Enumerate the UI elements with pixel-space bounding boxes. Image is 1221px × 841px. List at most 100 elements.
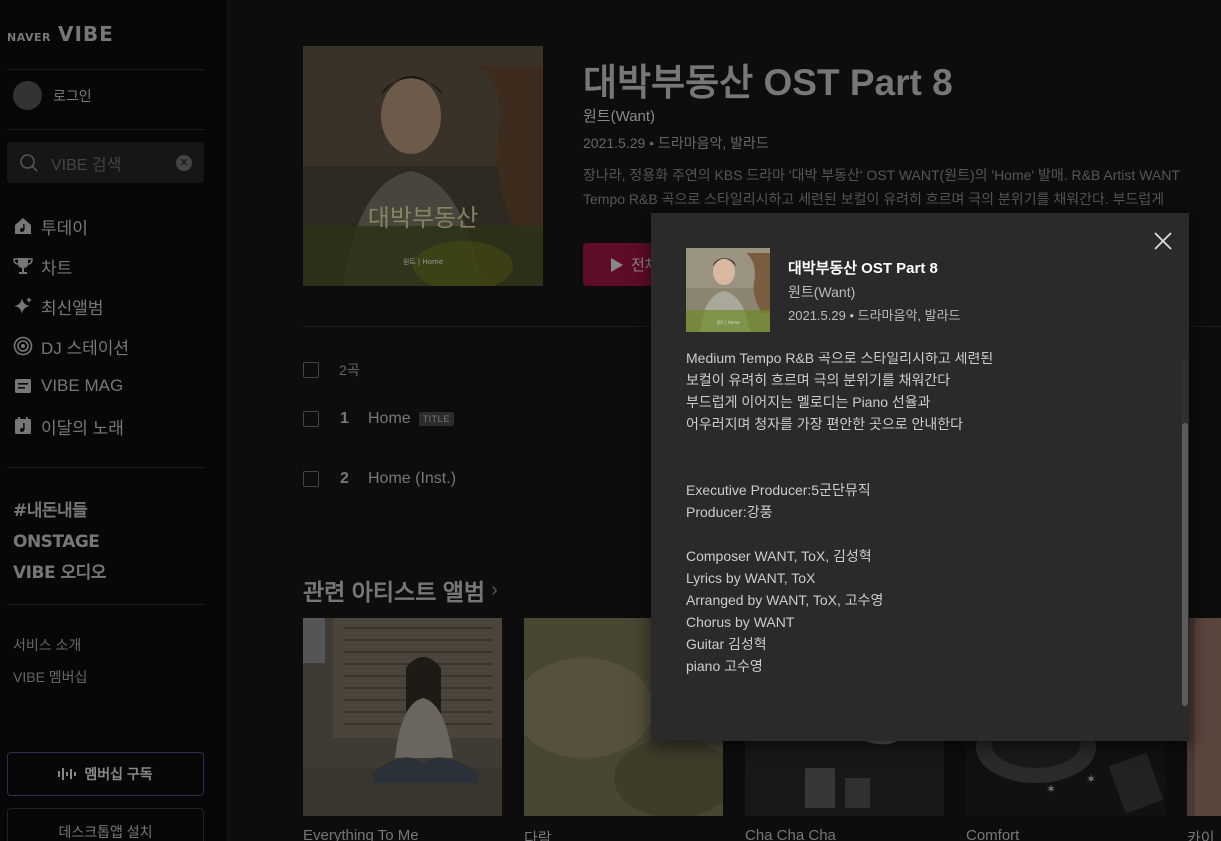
related-album-name[interactable]: Comfort bbox=[966, 827, 1019, 841]
description-line: Producer:강풍 bbox=[686, 504, 773, 520]
divider bbox=[7, 604, 204, 605]
album-art bbox=[1187, 618, 1221, 816]
equalizer-icon bbox=[58, 768, 77, 780]
footer-links: 서비스 소개 VIBE 멤버십 bbox=[13, 632, 87, 696]
nav-item-chart[interactable]: 차트 bbox=[13, 246, 129, 286]
modal-album-thumb: 원트 | Home bbox=[686, 248, 770, 332]
description-line: Tempo R&B 곡으로 스타일리시하고 세련된 보컬이 유려히 흐르며 극의… bbox=[583, 191, 1165, 207]
nav-item-vibe-mag[interactable]: VIBE MAG bbox=[13, 366, 129, 406]
nav-item-monthly-song[interactable]: 이달의 노래 bbox=[13, 406, 129, 446]
track-header: 2곡 bbox=[303, 360, 360, 380]
close-icon[interactable] bbox=[1152, 230, 1174, 252]
modal-description[interactable]: Medium Tempo R&B 곡으로 스타일리시하고 세련된 보컬이 유려히… bbox=[686, 352, 1156, 701]
home-music-icon bbox=[15, 218, 31, 234]
special-link-onstage[interactable]: ONSTAGE bbox=[13, 527, 106, 558]
svg-text:원트 | Home: 원트 | Home bbox=[403, 257, 443, 266]
divider bbox=[7, 129, 204, 130]
track-name[interactable]: Home (Inst.) bbox=[368, 470, 456, 488]
album-title: 대박부동산 OST Part 8 bbox=[583, 62, 953, 103]
track-number: 1 bbox=[340, 410, 349, 427]
nav-label: 투데이 bbox=[41, 218, 88, 238]
track-number: 2 bbox=[340, 470, 349, 487]
select-all-checkbox[interactable] bbox=[303, 362, 319, 378]
membership-button-label: 멤버십 구독 bbox=[84, 766, 153, 782]
album-art: 원트 | Home bbox=[686, 248, 770, 332]
membership-subscribe-button[interactable]: 멤버십 구독 bbox=[7, 752, 204, 796]
divider bbox=[7, 69, 204, 70]
scrollbar-thumb[interactable] bbox=[1182, 423, 1188, 706]
clear-icon[interactable]: ✕ bbox=[176, 154, 192, 171]
related-albums-heading[interactable]: 관련 아티스트 앨범 › bbox=[303, 573, 498, 607]
desktop-app-install-button[interactable]: 데스크톱앱 설치 bbox=[7, 808, 204, 841]
nav-label: VIBE MAG bbox=[41, 376, 124, 395]
nav-label: DJ 스테이션 bbox=[41, 338, 130, 358]
sidebar: NAVER VIBE 로그인 VIBE 검색 ✕ 투데이 차트 최신앨범 DJ … bbox=[0, 0, 228, 841]
avatar bbox=[13, 81, 42, 110]
special-link-vibe-audio[interactable]: VIBE 오디오 bbox=[13, 558, 106, 589]
track-checkbox[interactable] bbox=[303, 471, 319, 487]
search-icon bbox=[20, 153, 38, 172]
track-count: 2곡 bbox=[339, 362, 360, 378]
nav-item-new-albums[interactable]: 최신앨범 bbox=[13, 286, 129, 326]
sparkle-icon bbox=[14, 297, 32, 314]
divider bbox=[7, 467, 204, 468]
svg-text:✶: ✶ bbox=[1046, 782, 1056, 796]
svg-text:대박부동산: 대박부동산 bbox=[368, 204, 478, 232]
modal-album-meta: 2021.5.29 • 드라마음악, 발라드 bbox=[788, 308, 961, 323]
search-input[interactable]: VIBE 검색 ✕ bbox=[7, 142, 204, 183]
logo-naver: NAVER bbox=[7, 31, 51, 44]
description-line: piano 고수영 bbox=[686, 658, 763, 674]
modal-album-title: 대박부동산 OST Part 8 bbox=[788, 260, 938, 277]
modal-artist-link[interactable]: 원트(Want) bbox=[788, 282, 855, 302]
login-label: 로그인 bbox=[53, 87, 92, 104]
link-service-intro[interactable]: 서비스 소개 bbox=[13, 632, 87, 664]
nav-item-dj-station[interactable]: DJ 스테이션 bbox=[13, 326, 129, 366]
nav-item-today[interactable]: 투데이 bbox=[13, 206, 129, 246]
chevron-right-icon: › bbox=[491, 578, 498, 601]
description-line bbox=[686, 435, 1156, 457]
special-link-naedon[interactable]: #내돈내들 bbox=[13, 496, 106, 527]
related-album-thumb[interactable] bbox=[303, 618, 502, 816]
main-nav: 투데이 차트 최신앨범 DJ 스테이션 VIBE MAG 이달의 노래 bbox=[13, 206, 129, 446]
track-checkbox[interactable] bbox=[303, 411, 319, 427]
related-album-name[interactable]: 카이 bbox=[1187, 827, 1215, 841]
description-line bbox=[686, 457, 1156, 479]
svg-text:원트 | Home: 원트 | Home bbox=[716, 319, 740, 325]
description-line: Guitar 김성혁 bbox=[686, 636, 767, 652]
description-line: Chorus by WANT bbox=[686, 614, 795, 630]
album-meta: 2021.5.29 • 드라마음악, 발라드 bbox=[583, 135, 769, 151]
related-album-thumb[interactable] bbox=[1187, 618, 1221, 816]
description-line: 보컬이 유려히 흐르며 극의 분위기를 채워간다 bbox=[686, 372, 951, 388]
related-album-name[interactable]: Cha Cha Cha bbox=[745, 827, 836, 841]
track-row[interactable]: 1 Home TITLE bbox=[303, 410, 454, 428]
album-cover-art: 대박부동산 원트 | Home bbox=[303, 46, 543, 286]
description-line: Executive Producer:5군단뮤직 bbox=[686, 482, 871, 498]
nav-label: 최신앨범 bbox=[41, 298, 104, 318]
special-links: #내돈내들 ONSTAGE VIBE 오디오 bbox=[13, 496, 106, 589]
related-title: 관련 아티스트 앨범 bbox=[303, 579, 486, 605]
related-album-name[interactable]: 다람 bbox=[524, 827, 552, 841]
radio-icon bbox=[13, 336, 33, 356]
description-line: Lyrics by WANT, ToX bbox=[686, 570, 816, 586]
svg-text:✶: ✶ bbox=[1086, 772, 1096, 786]
album-artist-link[interactable]: 원트(Want) bbox=[583, 105, 655, 126]
related-album-name[interactable]: Everything To Me bbox=[303, 827, 419, 841]
description-line: Medium Tempo R&B 곡으로 스타일리시하고 세련된 bbox=[686, 352, 994, 366]
desktop-button-label: 데스크톱앱 설치 bbox=[58, 824, 153, 840]
track-name[interactable]: Home bbox=[368, 410, 411, 428]
login-link[interactable]: 로그인 bbox=[13, 81, 92, 110]
vibe-logo[interactable]: NAVER VIBE bbox=[7, 22, 114, 46]
nav-label: 차트 bbox=[41, 258, 73, 278]
description-line: Arranged by WANT, ToX, 고수영 bbox=[686, 592, 884, 608]
play-icon bbox=[611, 257, 623, 272]
logo-vibe: VIBE bbox=[57, 22, 114, 46]
description-line: Composer WANT, ToX, 김성혁 bbox=[686, 548, 872, 564]
description-line bbox=[686, 523, 1156, 545]
title-badge: TITLE bbox=[418, 412, 454, 426]
album-cover: 대박부동산 원트 | Home bbox=[303, 46, 543, 286]
track-row[interactable]: 2 Home (Inst.) bbox=[303, 470, 456, 488]
link-vibe-membership[interactable]: VIBE 멤버십 bbox=[13, 664, 87, 696]
magazine-icon bbox=[15, 379, 31, 393]
album-description[interactable]: 장나라, 정용화 주연의 KBS 드라마 '대박 부동산' OST WANT(원… bbox=[583, 163, 1221, 211]
description-line: 장나라, 정용화 주연의 KBS 드라마 '대박 부동산' OST WANT(원… bbox=[583, 167, 1180, 183]
